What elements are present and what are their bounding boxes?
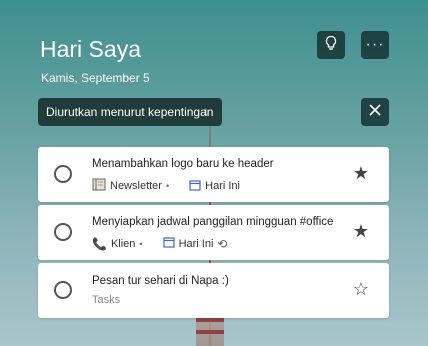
complete-checkbox[interactable] (54, 165, 72, 183)
suggestions-button[interactable] (317, 31, 345, 59)
background-tower-stripe (196, 318, 224, 322)
separator-dot: • (165, 181, 170, 191)
task-title: Menyiapkan jadwal panggilan mingguan #of… (92, 216, 334, 228)
task-due-label: Hari Ini (205, 180, 240, 192)
task-due-label: Hari Ini (178, 237, 214, 250)
task-card[interactable]: Pesan tur sehari di Napa :) Tasks ☆ (38, 263, 389, 318)
sort-label: Diurutkan menurut kepentingan (46, 105, 214, 119)
notebook-icon (92, 178, 106, 194)
more-options-button[interactable]: ··· (361, 31, 389, 59)
clear-sort-button[interactable] (361, 98, 389, 126)
sort-indicator[interactable]: Diurutkan menurut kepentingan (38, 98, 222, 126)
importance-star-filled-icon[interactable]: ★ (353, 221, 369, 242)
task-meta: Tasks (92, 294, 120, 306)
background-tower-stripe (196, 330, 224, 334)
close-icon (368, 103, 382, 122)
task-due: Hari Ini ⟲ (162, 236, 228, 251)
complete-checkbox[interactable] (54, 223, 72, 241)
task-meta: 📞 Klien • Hari Ini ⟲ (92, 236, 227, 251)
importance-star-outline-icon[interactable]: ☆ (353, 279, 369, 300)
calendar-icon (189, 179, 201, 194)
separator-dot: • (139, 238, 143, 249)
page-date: Kamis, September 5 (41, 71, 150, 85)
lightbulb-icon (324, 35, 338, 56)
sort-cursor-icon: ↓ (203, 104, 209, 118)
importance-star-filled-icon[interactable]: ★ (353, 163, 369, 184)
task-title: Menambahkan logo baru ke header (92, 158, 274, 170)
task-card[interactable]: Menambahkan logo baru ke header Newslett… (38, 147, 389, 202)
task-list-name: Klien (110, 237, 136, 250)
calendar-icon (162, 236, 175, 251)
complete-checkbox[interactable] (54, 281, 72, 299)
repeat-icon: ⟲ (217, 236, 228, 251)
task-due: Hari Ini (189, 179, 240, 194)
phone-icon: 📞 (92, 236, 107, 251)
task-list-name: Newsletter (110, 180, 162, 192)
more-icon: ··· (365, 36, 385, 53)
page-title: Hari Saya (40, 36, 141, 62)
task-meta: Newsletter • Hari Ini (92, 178, 240, 194)
task-title: Pesan tur sehari di Napa :) (92, 275, 229, 287)
task-list-name: Tasks (92, 294, 121, 306)
task-card[interactable]: Menyiapkan jadwal panggilan mingguan #of… (38, 205, 389, 260)
